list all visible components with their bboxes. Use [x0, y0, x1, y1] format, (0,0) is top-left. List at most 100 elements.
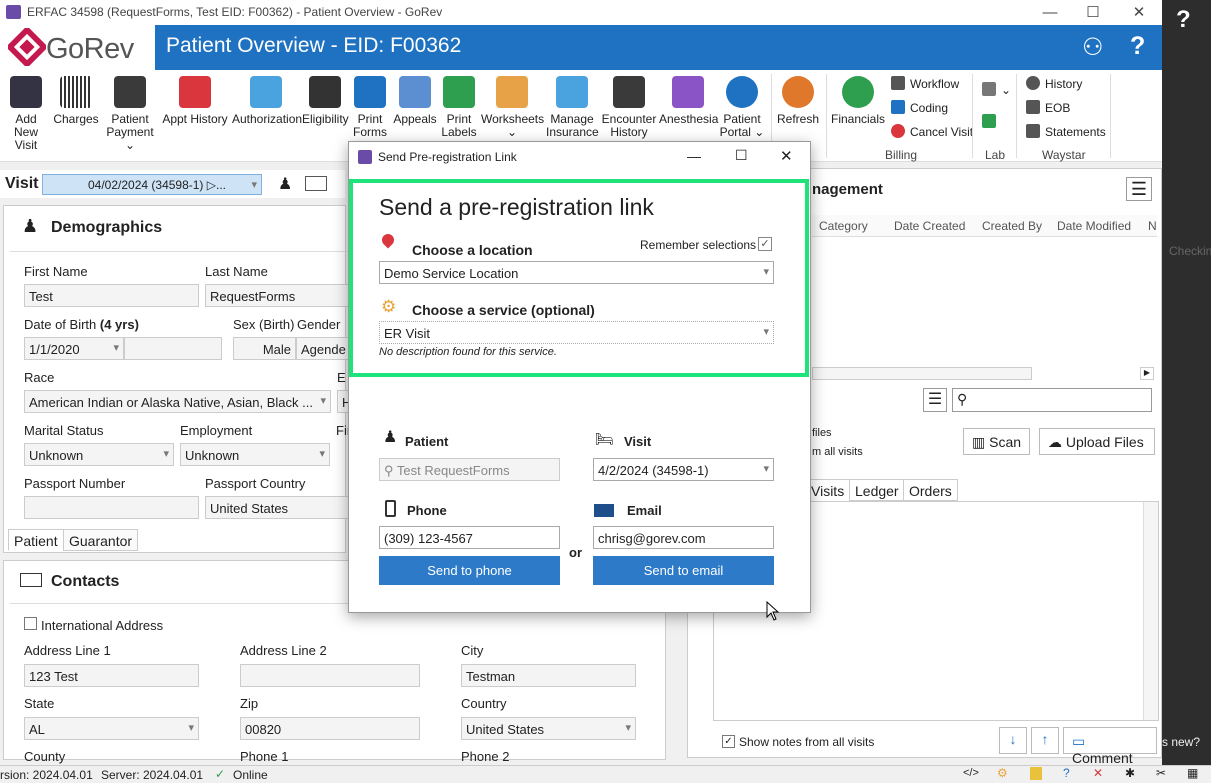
wrench-icon[interactable]: ✂	[1156, 766, 1166, 780]
col-category[interactable]: Category	[819, 219, 868, 233]
dialog-minimize-button[interactable]: —	[687, 148, 701, 164]
whats-new-link[interactable]: s new?	[1162, 735, 1200, 749]
move-up-icon[interactable]: ↑	[1031, 727, 1059, 754]
button-label: Upload Files	[1065, 434, 1144, 450]
last-name-label: Last Name	[205, 264, 268, 279]
phone-icon	[385, 500, 396, 517]
authorization-button[interactable]: Authorization	[232, 74, 302, 126]
workflow-button[interactable]: Workflow	[891, 76, 959, 91]
sex-field[interactable]: Male	[233, 337, 296, 360]
close-button[interactable]: ✕	[1116, 0, 1162, 25]
tab-visits[interactable]: Visits	[805, 479, 851, 501]
list-icon[interactable]: ☰	[923, 388, 947, 412]
anesthesia-button[interactable]: Anesthesia	[659, 74, 718, 126]
address2-field[interactable]	[240, 664, 420, 687]
comment-button[interactable]: ▭ Comment	[1063, 727, 1157, 766]
appeals-button[interactable]: Appeals	[393, 74, 437, 126]
upload-files-button[interactable]: ☁ Upload Files	[1039, 428, 1155, 455]
notes-icon[interactable]	[1030, 767, 1042, 780]
passport-country-field[interactable]: United States	[205, 496, 350, 519]
col-date-created[interactable]: Date Created	[894, 219, 965, 233]
city-field[interactable]: Testman	[461, 664, 636, 687]
button-label: Financials	[831, 112, 886, 126]
statements-button[interactable]: Statements	[1026, 124, 1106, 139]
checkin-column: Checkin	[1169, 244, 1211, 258]
history-button[interactable]: History	[1026, 76, 1082, 91]
chart-icon[interactable]: ▦	[1187, 766, 1198, 780]
eob-button[interactable]: EOB	[1026, 100, 1070, 115]
search-input[interactable]: ⚲	[952, 388, 1152, 412]
patient-payment-button[interactable]: Patient Payment ⌄	[101, 74, 159, 152]
visit-select[interactable]: 4/2/2024 (34598-1)	[593, 458, 774, 481]
race-field[interactable]: American Indian or Alaska Native, Asian,…	[24, 390, 331, 413]
worksheets-button[interactable]: Worksheets ⌄	[481, 74, 544, 139]
users-icon[interactable]: ⚇	[1082, 33, 1104, 62]
international-address-label: International Address	[41, 618, 164, 633]
international-address-checkbox[interactable]	[24, 617, 37, 630]
zip-field[interactable]: 00820	[240, 717, 420, 740]
add-new-visit-button[interactable]: Add New Visit	[3, 74, 49, 152]
time-field[interactable]	[124, 337, 222, 360]
tab-guarantor[interactable]: Guarantor	[63, 529, 138, 551]
bug-icon[interactable]: ✱	[1125, 766, 1135, 780]
col-created-by[interactable]: Created By	[982, 219, 1042, 233]
button-label: EOB	[1045, 101, 1071, 115]
horizontal-scrollbar[interactable]	[812, 367, 1032, 380]
coding-button[interactable]: Coding	[891, 100, 948, 115]
phone-input[interactable]: (309) 123-4567	[379, 526, 560, 549]
print-labels-button[interactable]: Print Labels	[440, 74, 478, 139]
print-forms-button[interactable]: Print Forms	[351, 74, 389, 139]
financials-button[interactable]: Financials	[831, 74, 885, 126]
tools-icon[interactable]: ✕	[1093, 766, 1103, 780]
help-icon[interactable]: ?	[1176, 6, 1191, 34]
show-notes-checkbox[interactable]: ✓	[722, 735, 735, 748]
tab-orders[interactable]: Orders	[903, 479, 958, 501]
encounter-history-button[interactable]: Encounter History	[601, 74, 657, 139]
id-card-icon[interactable]	[305, 176, 327, 191]
minimize-button[interactable]: —	[1027, 0, 1073, 25]
visit-selector[interactable]: 04/02/2024 (34598-1) ▷...	[42, 174, 262, 195]
first-name-field[interactable]: Test	[24, 284, 199, 307]
lab-results-button[interactable]	[982, 114, 1001, 129]
eligibility-button[interactable]: Eligibility	[302, 74, 349, 126]
col-date-modified[interactable]: Date Modified	[1057, 219, 1131, 233]
dialog-close-button[interactable]: ✕	[780, 147, 793, 165]
employment-label: Employment	[180, 423, 253, 438]
last-name-field[interactable]: RequestForms	[205, 284, 350, 307]
maximize-button[interactable]: ☐	[1070, 0, 1116, 25]
state-field[interactable]: AL	[24, 717, 199, 740]
patient-portal-button[interactable]: Patient Portal ⌄	[719, 74, 765, 139]
passport-number-field[interactable]	[24, 496, 199, 519]
col-n[interactable]: N	[1148, 219, 1157, 233]
move-down-icon[interactable]: ↓	[999, 727, 1027, 754]
charges-button[interactable]: Charges	[52, 74, 100, 126]
address1-field[interactable]: 123 Test	[24, 664, 199, 687]
marital-status-field[interactable]: Unknown	[24, 443, 174, 466]
dialog-maximize-button[interactable]: ☐	[735, 147, 748, 164]
country-field[interactable]: United States	[461, 717, 636, 740]
manage-insurance-button[interactable]: Manage Insurance	[546, 74, 599, 139]
settings-icon[interactable]: ⚙	[997, 766, 1008, 780]
tab-ledger[interactable]: Ledger	[849, 479, 905, 501]
gender-field[interactable]: Agende	[296, 337, 350, 360]
send-to-email-button[interactable]: Send to email	[593, 556, 774, 585]
menu-icon[interactable]: ☰	[1126, 177, 1152, 201]
help-icon[interactable]: ?	[1130, 32, 1145, 61]
tab-patient[interactable]: Patient	[8, 529, 64, 551]
refresh-button[interactable]: Refresh	[776, 74, 820, 126]
employment-field[interactable]: Unknown	[180, 443, 330, 466]
scroll-right-icon[interactable]: ▶	[1140, 367, 1154, 380]
scan-button[interactable]: ▥ Scan	[963, 428, 1031, 455]
code-icon[interactable]: </>	[963, 767, 979, 779]
help-icon[interactable]: ?	[1063, 766, 1070, 780]
email-input[interactable]: chrisg@gorev.com	[593, 526, 774, 549]
dob-field[interactable]: 1/1/2020	[24, 337, 124, 360]
appt-history-button[interactable]: Appt History	[162, 74, 228, 126]
vertical-scrollbar[interactable]	[1143, 502, 1158, 720]
lab-dropdown-button[interactable]: ⌄	[982, 82, 1011, 97]
patient-icon[interactable]: ♟	[278, 174, 292, 194]
cancel-visit-button[interactable]: Cancel Visit	[891, 124, 973, 139]
scroll-arrow-icon[interactable]	[1158, 628, 1163, 641]
visit-label: Visit	[5, 175, 39, 192]
send-to-phone-button[interactable]: Send to phone	[379, 556, 560, 585]
